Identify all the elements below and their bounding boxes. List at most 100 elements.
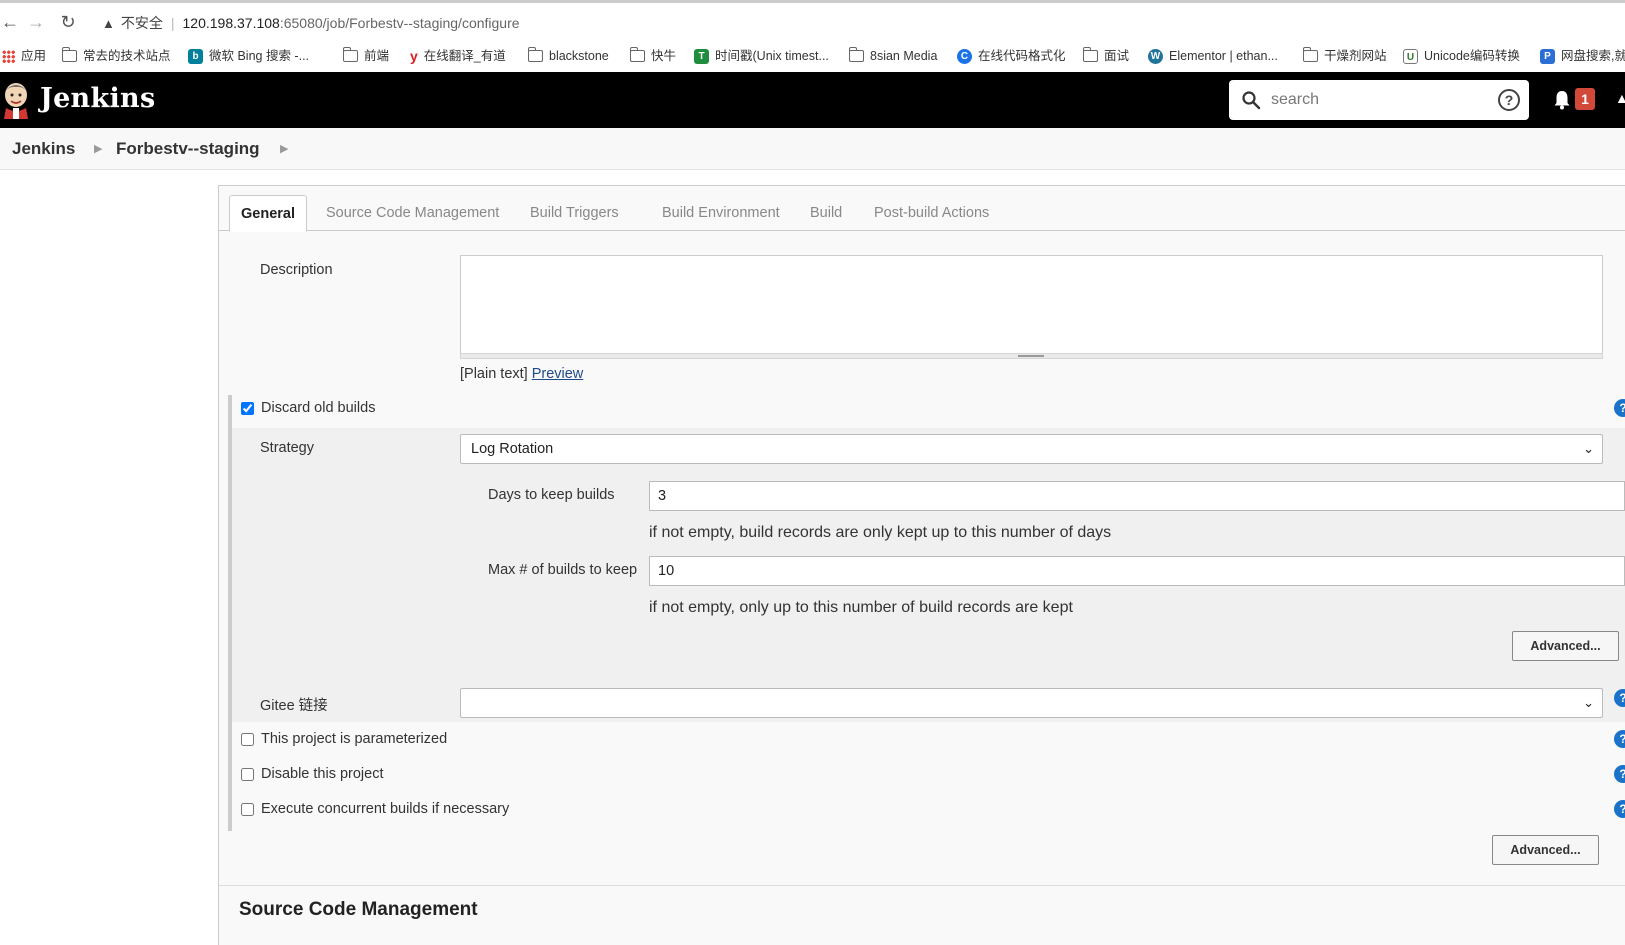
description-textarea[interactable] (460, 255, 1603, 354)
bookmark-label: 8sian Media (870, 49, 938, 63)
folder-icon (1082, 47, 1098, 62)
bookmark-item[interactable]: y 在线翻译_有道 (410, 40, 506, 72)
reload-icon[interactable]: ↻ (58, 12, 78, 32)
breadcrumb-jenkins[interactable]: Jenkins (12, 128, 75, 170)
tab-build-environment[interactable]: Build Environment (651, 195, 791, 231)
bookmark-item[interactable]: P 网盘搜索,就 (1540, 40, 1625, 72)
url-host: 120.198.37.108 (182, 15, 280, 31)
bing-icon: b (188, 48, 203, 64)
back-arrow-icon[interactable]: ← (0, 12, 20, 32)
folder-icon (527, 47, 543, 62)
resize-grip-icon[interactable] (1018, 355, 1044, 357)
gitee-label: Gitee 链接 (260, 698, 328, 714)
section-divider (219, 885, 1625, 886)
bookmark-item[interactable]: C 在线代码格式化 (957, 40, 1066, 72)
bookmark-label: Unicode编码转换 (1424, 49, 1520, 63)
pan-search-icon: P (1540, 48, 1555, 64)
breadcrumb-chevron-icon[interactable]: ▶ (94, 128, 102, 170)
bookmark-apps[interactable]: 应用 (2, 40, 46, 72)
bookmark-item[interactable]: blackstone (527, 40, 609, 72)
bookmark-item[interactable]: 常去的技术站点 (61, 40, 171, 72)
bookmark-item[interactable]: 前端 (342, 40, 389, 72)
concurrent-builds-row[interactable]: Execute concurrent builds if necessary (241, 799, 509, 819)
days-to-keep-input[interactable] (649, 481, 1625, 511)
help-icon[interactable]: ? (1614, 765, 1625, 783)
parameterized-label[interactable]: This project is parameterized (261, 731, 447, 747)
max-builds-input[interactable] (649, 556, 1625, 586)
strategy-selected-value: Log Rotation (471, 441, 554, 457)
bookmark-label: Elementor | ethan... (1169, 49, 1278, 63)
search-box[interactable]: ? (1229, 80, 1529, 120)
bookmark-item[interactable]: 干燥剂网站 (1302, 40, 1387, 72)
parameterized-checkbox[interactable] (241, 732, 254, 746)
tab-general[interactable]: General (229, 195, 307, 232)
preview-link[interactable]: Preview (532, 366, 584, 382)
bookmark-item[interactable]: 8sian Media (848, 40, 938, 72)
discard-old-builds-checkbox[interactable] (241, 401, 254, 415)
tab-build-triggers[interactable]: Build Triggers (519, 195, 630, 231)
code-format-icon: C (957, 48, 972, 64)
folder-icon (848, 47, 864, 62)
bookmark-item[interactable]: W Elementor | ethan... (1148, 40, 1278, 72)
bookmark-item[interactable]: b 微软 Bing 搜索 -... (188, 40, 309, 72)
breadcrumb-job[interactable]: Forbestv--staging (116, 128, 260, 170)
bookmark-item[interactable]: U Unicode编码转换 (1403, 40, 1520, 72)
breadcrumb-chevron-icon[interactable]: ▶ (280, 128, 288, 170)
address-bar[interactable]: ▲ 不安全 | 120.198.37.108:65080/job/Forbestv--… (92, 10, 1612, 36)
jenkins-brand[interactable]: Jenkins (40, 83, 155, 114)
forward-arrow-icon[interactable]: → (26, 12, 46, 32)
wordpress-icon: W (1148, 48, 1163, 64)
user-icon[interactable]: ▲ (1615, 90, 1625, 110)
search-input[interactable] (1271, 80, 1481, 120)
disable-project-checkbox[interactable] (241, 767, 254, 781)
days-to-keep-hint: if not empty, build records are only kep… (649, 524, 1112, 541)
disable-project-row[interactable]: Disable this project (241, 764, 384, 784)
parameterized-row[interactable]: This project is parameterized (241, 729, 447, 749)
notification-badge[interactable]: 1 (1575, 88, 1595, 110)
bookmark-label: 面试 (1104, 49, 1130, 63)
chevron-down-icon: ⌄ (1583, 695, 1594, 710)
gitee-connection-select[interactable]: ⌄ (460, 688, 1603, 718)
bookmark-item[interactable]: T 时间戳(Unix timest... (694, 40, 829, 72)
timestamp-icon: T (694, 48, 709, 64)
help-icon[interactable]: ? (1614, 800, 1625, 818)
config-tabs: General Source Code Management Build Tri… (219, 186, 1625, 232)
advanced-button[interactable]: Advanced... (1512, 631, 1619, 661)
discard-old-builds-row[interactable]: Discard old builds (241, 398, 375, 418)
folder-icon (629, 47, 645, 62)
breadcrumb: Jenkins ▶ Forbestv--staging ▶ (0, 128, 1625, 170)
disable-project-label[interactable]: Disable this project (261, 766, 384, 782)
bookmark-label: 常去的技术站点 (83, 49, 171, 63)
jenkins-logo-icon[interactable] (2, 81, 30, 119)
apps-grid-icon (2, 49, 15, 63)
strategy-label: Strategy (260, 440, 314, 456)
strategy-select[interactable]: Log Rotation ⌄ (460, 434, 1603, 464)
bookmark-item[interactable]: 快牛 (629, 40, 677, 72)
chevron-down-icon: ⌄ (1583, 441, 1594, 456)
help-icon[interactable]: ? (1614, 399, 1625, 417)
help-icon[interactable]: ? (1614, 689, 1625, 707)
concurrent-builds-label[interactable]: Execute concurrent builds if necessary (261, 801, 509, 817)
warning-triangle-icon[interactable]: ▲ (102, 11, 115, 37)
discard-old-builds-label[interactable]: Discard old builds (261, 400, 375, 416)
jenkins-header: Jenkins ? 1 ▲ (0, 72, 1625, 128)
bookmark-item[interactable]: 面试 (1082, 40, 1130, 72)
help-icon[interactable]: ? (1498, 89, 1520, 111)
advanced-button-general[interactable]: Advanced... (1492, 835, 1599, 865)
max-builds-label: Max # of builds to keep (488, 562, 638, 578)
tab-source-code-management[interactable]: Source Code Management (315, 195, 510, 231)
insecure-label[interactable]: 不安全 (121, 15, 163, 31)
tab-post-build-actions[interactable]: Post-build Actions (863, 195, 1000, 231)
url-separator: | (170, 15, 175, 31)
help-icon[interactable]: ? (1614, 730, 1625, 748)
youdao-icon: y (410, 48, 418, 64)
tab-build[interactable]: Build (799, 195, 853, 231)
concurrent-builds-checkbox[interactable] (241, 802, 254, 816)
bookmark-label: 快牛 (651, 49, 677, 63)
plain-text-label: [Plain text] (460, 366, 528, 382)
browser-toolbar: ← → ↻ ▲ 不安全 | 120.198.37.108:65080/job/Forb… (0, 0, 1625, 40)
search-icon (1242, 91, 1261, 110)
bookmark-label: 时间戳(Unix timest... (715, 49, 829, 63)
bell-icon[interactable] (1553, 90, 1571, 110)
bookmark-label: 网盘搜索,就 (1561, 49, 1625, 63)
